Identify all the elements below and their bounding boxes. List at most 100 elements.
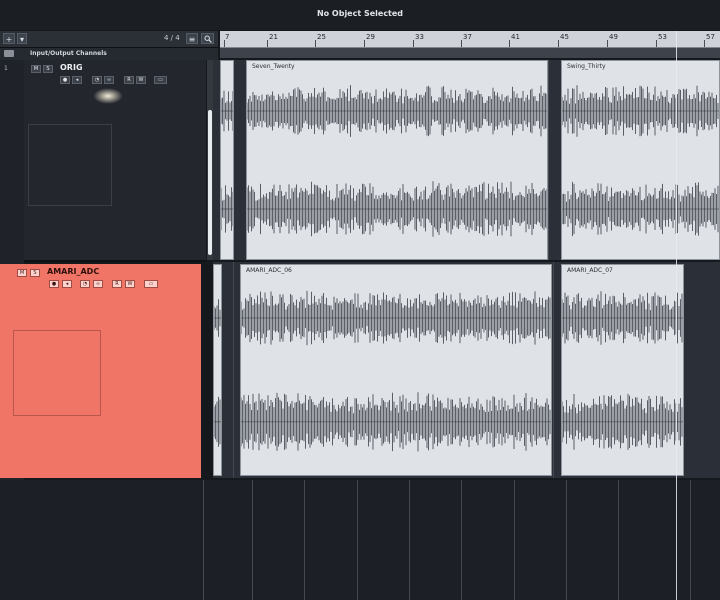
speaker-icon: ◂ — [65, 281, 69, 287]
record-enable-button[interactable]: ● — [49, 280, 59, 288]
ruler-tick — [224, 40, 225, 47]
audio-waveform — [562, 85, 719, 237]
add-track-dropdown-button[interactable]: ▾ — [17, 33, 27, 44]
ruler-bar-label: 21 — [269, 33, 278, 41]
ruler-tick — [704, 40, 705, 47]
track-name: AMARI_ADC — [47, 267, 100, 276]
ruler-bar-label: 53 — [658, 33, 667, 41]
loop-button[interactable]: ∞ — [104, 76, 114, 84]
write-automation-button[interactable]: W — [125, 280, 135, 288]
write-icon: W — [127, 281, 133, 287]
monitor-button[interactable]: ◂ — [62, 280, 72, 288]
track-list-toolbar: + ▾ 4 / 4 ≡ — [0, 31, 218, 48]
audio-clip-edge[interactable] — [213, 264, 222, 476]
ruler-bar-label: 37 — [463, 33, 472, 41]
add-track-button[interactable]: + — [3, 33, 15, 44]
edit-channel-button[interactable]: ▭ — [154, 76, 167, 84]
loop-icon: ∞ — [106, 77, 112, 83]
grid-line — [514, 480, 515, 600]
selection-status: No Object Selected — [316, 9, 404, 18]
audio-clip[interactable]: Swing_Thirty — [561, 60, 720, 260]
loop-icon: ∞ — [95, 281, 101, 287]
record-enable-button[interactable]: ● — [60, 76, 70, 84]
edit-channel-button[interactable]: ▭ — [144, 280, 158, 288]
folder-icon — [4, 50, 14, 57]
mute-button[interactable]: M — [31, 65, 41, 73]
track-number: 1 — [4, 65, 8, 72]
track-picture-area — [28, 124, 112, 206]
grid-line — [566, 480, 567, 600]
read-icon: R — [115, 281, 119, 287]
search-track-button[interactable] — [201, 33, 214, 44]
ruler-tick — [461, 40, 462, 47]
audio-waveform — [214, 299, 221, 447]
ruler-tick — [509, 40, 510, 47]
audio-clip[interactable]: AMARI_ADC_07 — [561, 264, 684, 476]
audio-clip[interactable]: Seven_Twenty — [246, 60, 548, 260]
timebase-button[interactable]: ◔ — [92, 76, 102, 84]
grid-line — [690, 480, 691, 600]
grid-line — [304, 480, 305, 600]
folder-track-header[interactable]: Input/Output Channels — [0, 48, 218, 60]
track-header-amari-adc[interactable]: M S AMARI_ADC ● ◂ ◔ ∞ R W ▭ — [0, 264, 201, 478]
ruler-tick — [656, 40, 657, 47]
read-automation-button[interactable]: R — [112, 280, 122, 288]
track-name: ORIG — [60, 63, 83, 72]
audio-waveform — [221, 90, 233, 233]
audio-waveform — [241, 290, 551, 452]
track-count: 4 / 4 — [164, 34, 180, 42]
ruler-tick — [267, 40, 268, 47]
ruler-tick — [413, 40, 414, 47]
channel-settings-icon: ▭ — [158, 77, 163, 83]
grid-line — [252, 480, 253, 600]
ruler-tick — [364, 40, 365, 47]
audio-waveform — [247, 85, 547, 237]
ruler-tick — [315, 40, 316, 47]
folder-track-label: Input/Output Channels — [30, 50, 107, 57]
solo-button[interactable]: S — [43, 65, 53, 73]
audio-clip[interactable]: AMARI_ADC_06 — [240, 264, 552, 476]
grid-line — [461, 480, 462, 600]
window-top-bar: No Object Selected — [0, 0, 720, 30]
scrollbar-thumb[interactable] — [208, 110, 212, 255]
channel-settings-icon: ▭ — [148, 281, 154, 287]
read-automation-button[interactable]: R — [124, 76, 134, 84]
clock-icon: ◔ — [82, 281, 88, 287]
search-icon — [204, 35, 212, 43]
grid-line — [553, 262, 554, 478]
folder-lane — [220, 48, 720, 58]
solo-button[interactable]: S — [30, 269, 40, 277]
ruler-tick — [607, 40, 608, 47]
audio-clip-edge[interactable] — [220, 60, 234, 260]
list-view-button[interactable]: ≡ — [186, 33, 198, 44]
ruler-bar-label: 33 — [415, 33, 424, 41]
playhead-cursor[interactable] — [676, 31, 677, 600]
mute-button[interactable]: M — [17, 269, 27, 277]
grid-line — [357, 480, 358, 600]
audio-waveform — [562, 291, 683, 450]
monitor-button[interactable]: ◂ — [72, 76, 82, 84]
ruler-bar-label: 41 — [511, 33, 520, 41]
speaker-icon: ◂ — [75, 77, 79, 83]
track-picture-area — [13, 330, 101, 416]
timebase-button[interactable]: ◔ — [80, 280, 90, 288]
ruler-bar-label: 45 — [560, 33, 569, 41]
record-icon: ● — [51, 281, 57, 287]
write-automation-button[interactable]: W — [136, 76, 146, 84]
ruler-bar-label: 57 — [706, 33, 715, 41]
grid-line — [233, 262, 234, 478]
timeline-ruler[interactable]: 7 21 25 29 33 37 41 45 49 53 57 — [220, 31, 720, 48]
ruler-bar-label: 7 — [225, 33, 230, 41]
ruler-bar-label: 49 — [609, 33, 618, 41]
write-icon: W — [138, 77, 144, 83]
grid-line — [548, 60, 549, 260]
grid-line — [409, 480, 410, 600]
record-icon: ● — [62, 77, 68, 83]
empty-arrangement-area[interactable] — [0, 480, 720, 600]
grid-line — [618, 480, 619, 600]
loop-button[interactable]: ∞ — [93, 280, 103, 288]
screen-reflection — [93, 88, 123, 104]
read-icon: R — [127, 77, 131, 83]
clock-icon: ◔ — [94, 77, 100, 83]
grid-line — [203, 480, 204, 600]
